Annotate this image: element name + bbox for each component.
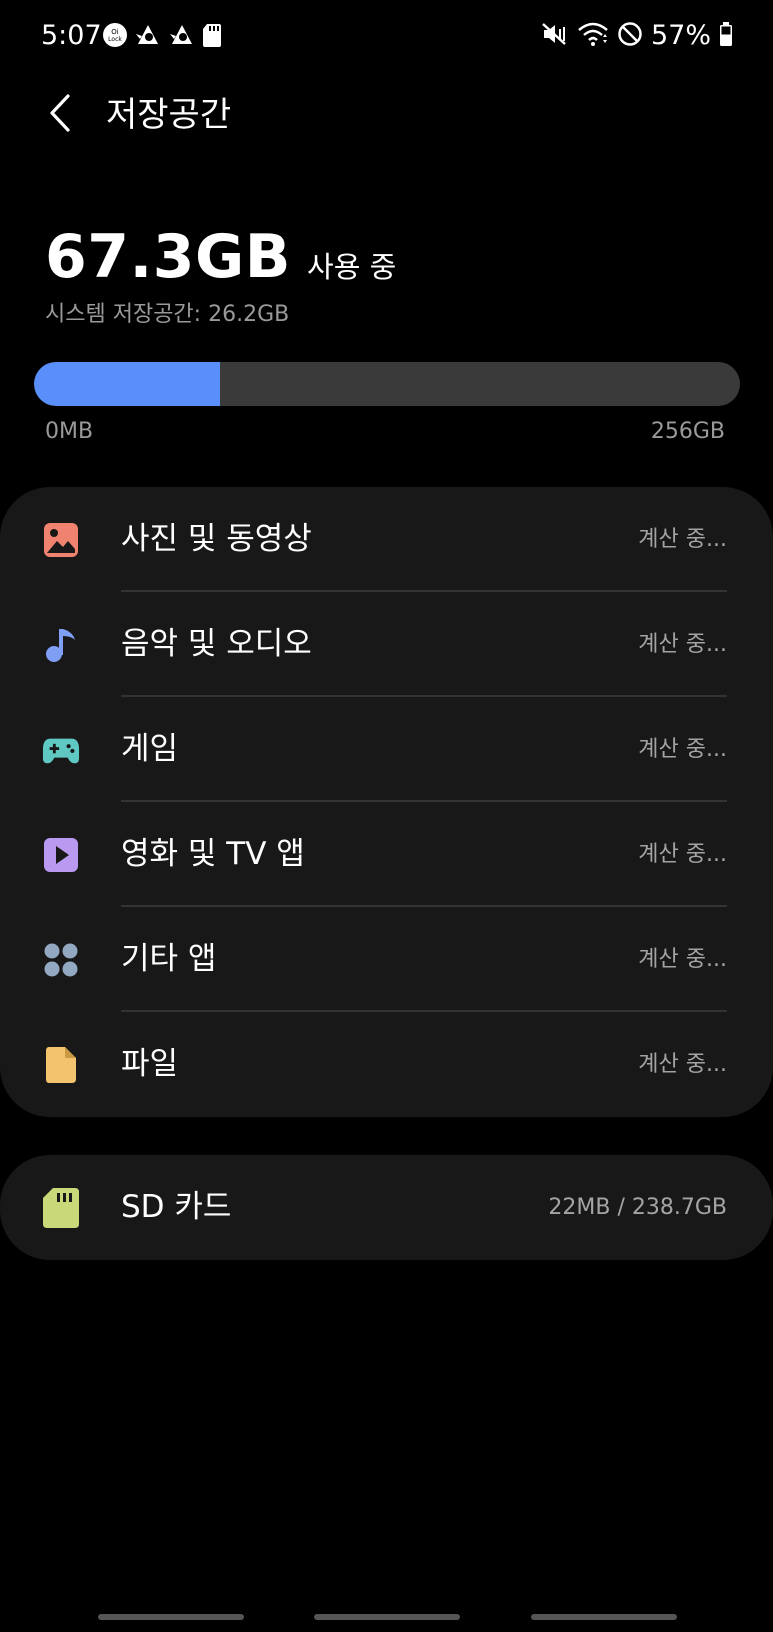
oi-lock-app-icon: Oi Lock bbox=[102, 22, 128, 52]
category-label: 게임 bbox=[121, 731, 179, 767]
used-suffix: 사용 중 bbox=[307, 250, 397, 284]
category-row-games[interactable]: 게임 계산 중... bbox=[0, 697, 773, 802]
avast-icon bbox=[134, 22, 162, 52]
avast-icon bbox=[168, 22, 196, 52]
category-size: 계산 중... bbox=[638, 527, 727, 552]
back-arrow-icon bbox=[48, 94, 72, 136]
category-label: 사진 및 동영상 bbox=[121, 521, 312, 557]
category-row-music-audio[interactable]: 음악 및 오디오 계산 중... bbox=[0, 592, 773, 697]
app-bar: 저장공간 bbox=[0, 80, 773, 150]
back-button[interactable] bbox=[38, 90, 82, 140]
apps-grid-icon bbox=[42, 941, 80, 979]
category-label: 영화 및 TV 앱 bbox=[121, 836, 305, 872]
do-not-disturb-icon bbox=[617, 21, 643, 51]
used-amount: 67.3GB bbox=[45, 222, 292, 292]
storage-usage-bar-fill bbox=[34, 362, 220, 406]
sd-card-icon bbox=[42, 1188, 80, 1228]
status-time: 5:07 bbox=[41, 20, 102, 51]
sd-card-card: SD 카드 22MB / 238.7GB bbox=[0, 1155, 773, 1260]
category-label: 기타 앱 bbox=[121, 941, 217, 977]
category-size: 계산 중... bbox=[638, 737, 727, 762]
bar-min-label: 0MB bbox=[45, 419, 94, 444]
sd-card-row[interactable]: SD 카드 22MB / 238.7GB bbox=[0, 1155, 773, 1260]
usage-summary: 67.3GB 사용 중 bbox=[45, 222, 396, 292]
wifi-icon bbox=[577, 21, 609, 51]
category-size: 계산 중... bbox=[638, 632, 727, 657]
system-status-icons: 57% bbox=[541, 20, 733, 51]
category-size: 계산 중... bbox=[638, 1052, 727, 1077]
notification-icons: Oi Lock bbox=[102, 22, 222, 52]
battery-percent: 57% bbox=[650, 20, 711, 51]
bar-max-label: 256GB bbox=[650, 419, 725, 444]
system-storage-text: 시스템 저장공간: 26.2GB bbox=[45, 302, 290, 327]
back-nav-button[interactable] bbox=[531, 1614, 677, 1620]
category-row-movies-tv[interactable]: 영화 및 TV 앱 계산 중... bbox=[0, 802, 773, 907]
svg-text:Oi: Oi bbox=[111, 28, 119, 36]
storage-usage-bar bbox=[34, 362, 740, 406]
sd-card-status-icon bbox=[202, 22, 222, 52]
sd-card-label: SD 카드 bbox=[121, 1189, 232, 1225]
mute-vibrate-icon bbox=[541, 21, 569, 51]
sd-card-size: 22MB / 238.7GB bbox=[548, 1195, 727, 1220]
battery-icon bbox=[719, 21, 733, 51]
category-size: 계산 중... bbox=[638, 947, 727, 972]
status-bar: 5:07 Oi Lock 57% bbox=[0, 0, 773, 76]
gamepad-icon bbox=[42, 731, 80, 769]
category-row-files[interactable]: 파일 계산 중... bbox=[0, 1012, 773, 1117]
play-icon bbox=[42, 836, 80, 874]
music-note-icon bbox=[42, 626, 80, 664]
category-row-other-apps[interactable]: 기타 앱 계산 중... bbox=[0, 907, 773, 1012]
category-size: 계산 중... bbox=[638, 842, 727, 867]
recent-apps-button[interactable] bbox=[98, 1614, 244, 1620]
category-label: 파일 bbox=[121, 1046, 179, 1082]
svg-text:Lock: Lock bbox=[108, 36, 122, 43]
category-row-photos-videos[interactable]: 사진 및 동영상 계산 중... bbox=[0, 487, 773, 592]
page-title: 저장공간 bbox=[106, 95, 232, 135]
category-list-card: 사진 및 동영상 계산 중... 음악 및 오디오 계산 중... 게임 계산 … bbox=[0, 487, 773, 1117]
image-icon bbox=[42, 521, 80, 559]
file-icon bbox=[42, 1046, 80, 1084]
category-label: 음악 및 오디오 bbox=[121, 626, 312, 662]
navigation-bar bbox=[0, 1600, 773, 1632]
home-button[interactable] bbox=[314, 1614, 460, 1620]
